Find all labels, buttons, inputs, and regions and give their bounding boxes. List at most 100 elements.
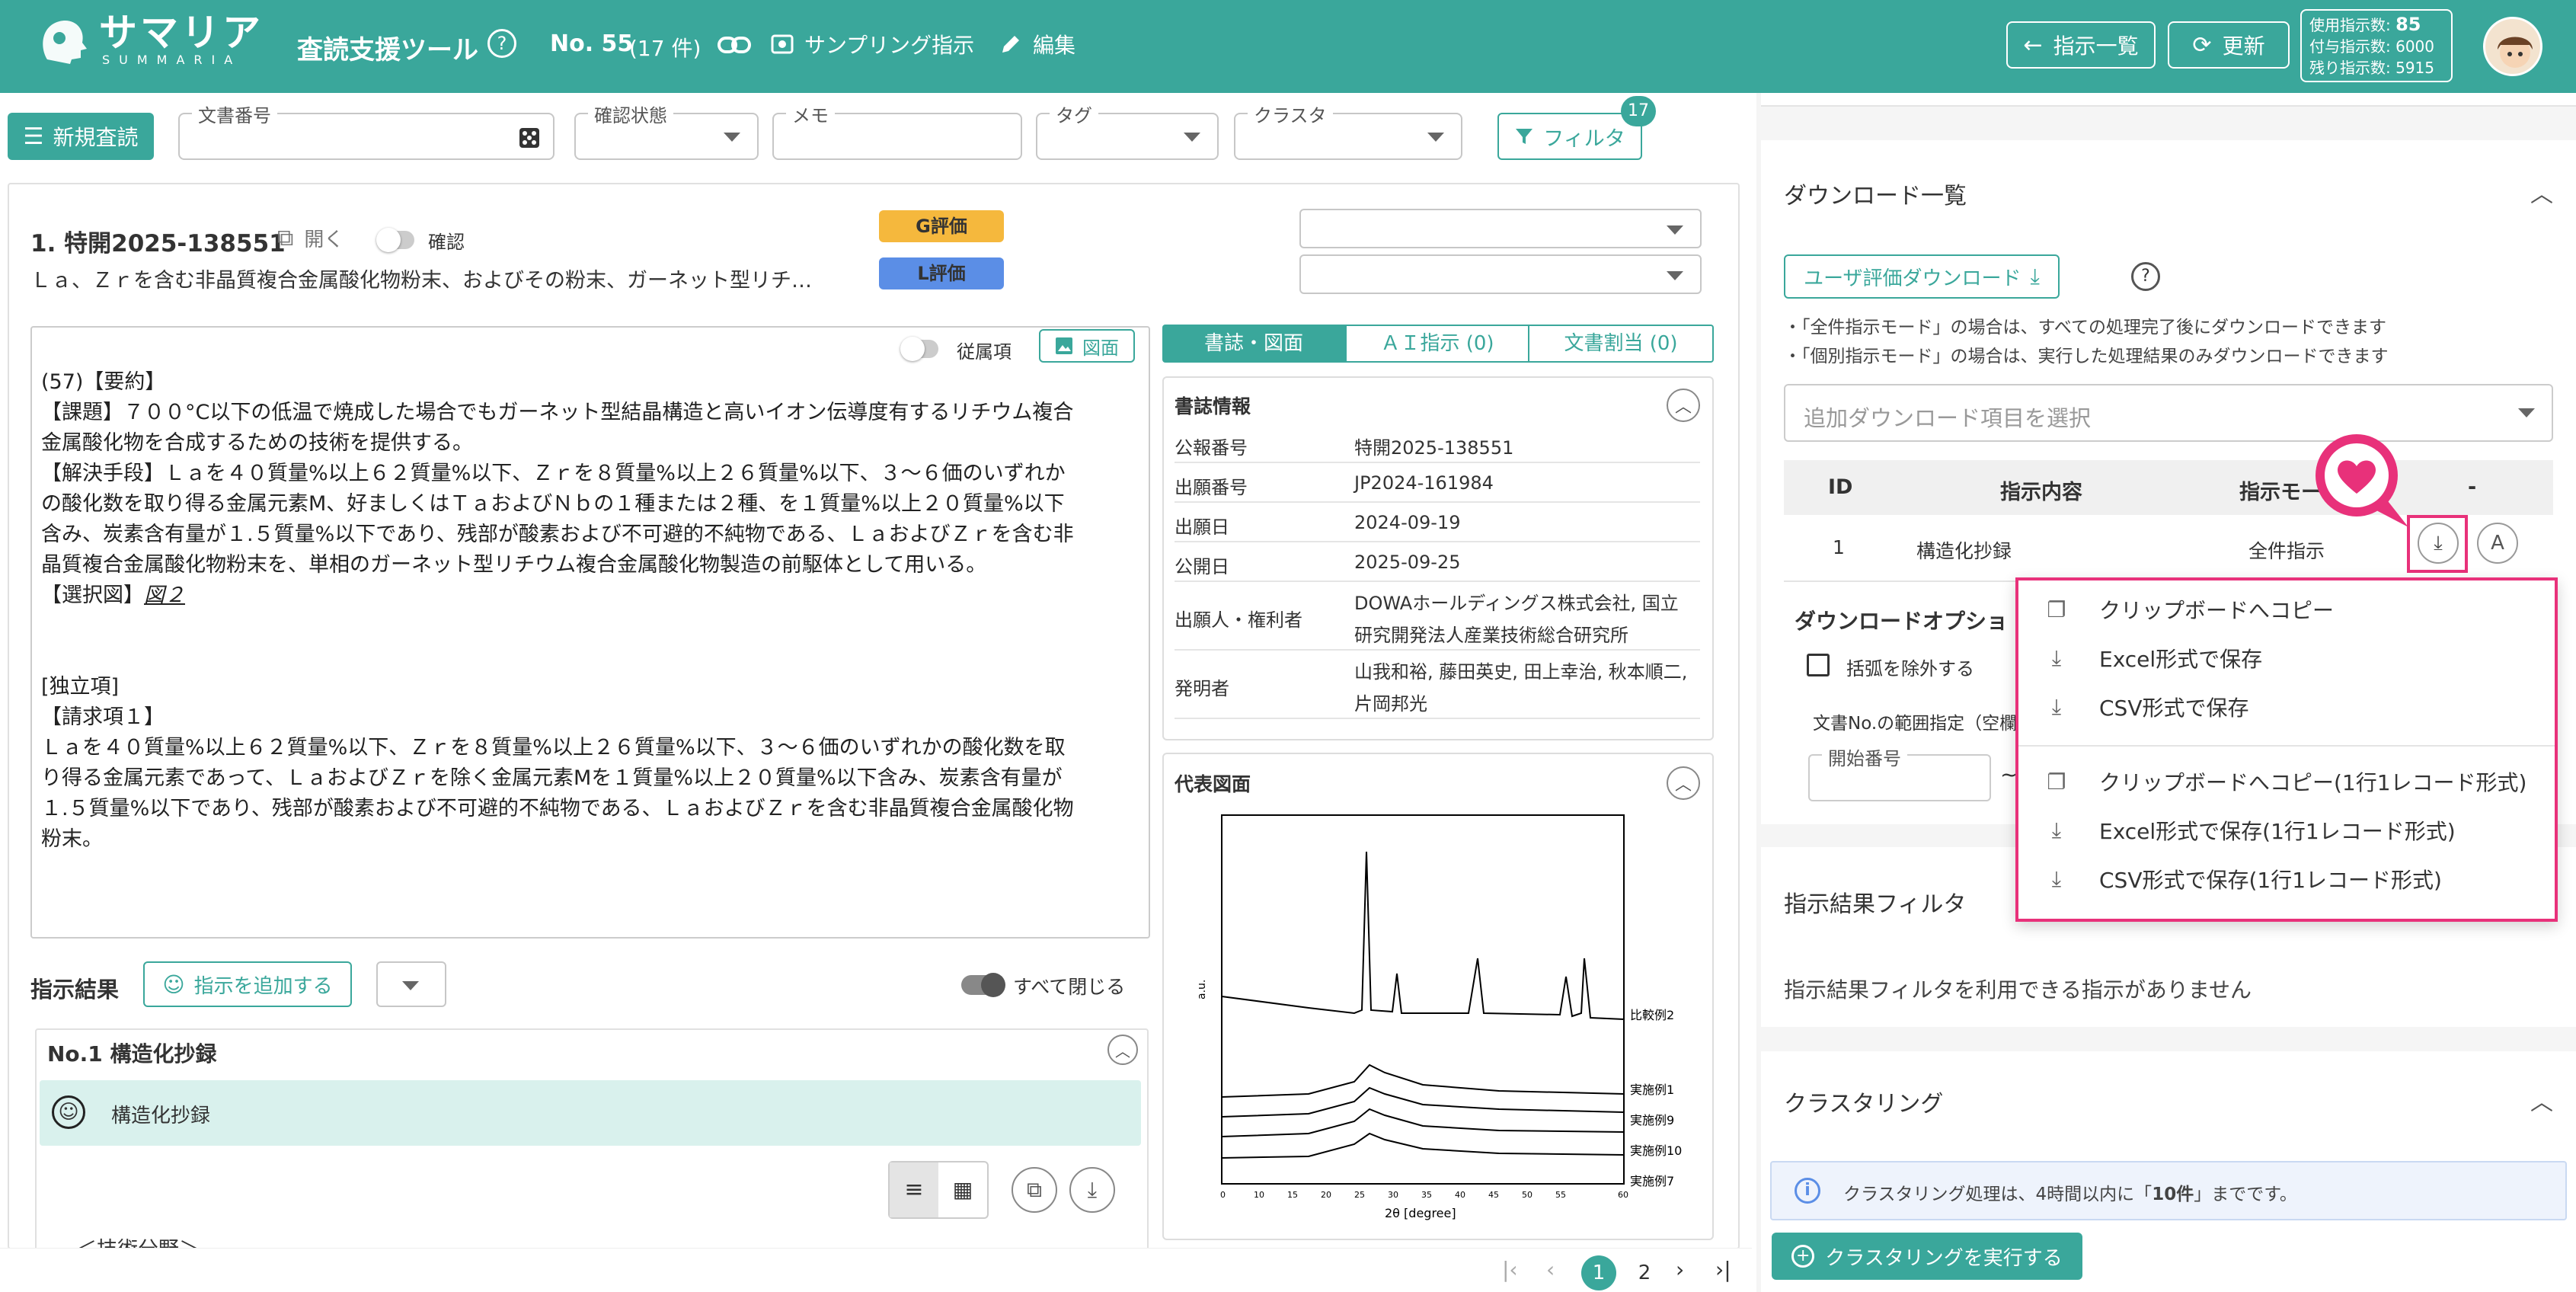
series-label: 実施例9 <box>1630 1113 1674 1127</box>
collapse-icon[interactable]: ︿ <box>1667 766 1700 800</box>
menu-save-excel[interactable]: ⤓ Excel形式で保存 <box>2018 634 2552 683</box>
usage-label: 使用指示数: <box>2309 16 2391 34</box>
detail-tabs: 書誌・図面 ＡＩ指示 (0) 文書割当 (0) <box>1162 325 1714 363</box>
download-icon[interactable]: ⤓ <box>1069 1167 1115 1213</box>
x-tick: 40 <box>1455 1190 1465 1200</box>
memo-field[interactable]: メモ <box>772 101 1022 160</box>
sampling-link[interactable]: サンプリング指示 <box>771 29 974 59</box>
collapse-icon[interactable]: ︿ <box>1107 1035 1138 1065</box>
chevron-up-icon[interactable]: ︿ <box>2530 175 2553 209</box>
l-evaluation-select[interactable] <box>1299 254 1702 294</box>
prev-page-icon[interactable]: ‹ <box>1546 1257 1555 1282</box>
usage-box: 使用指示数: 85 付与指示数: 6000 残り指示数: 5915 <box>2300 9 2453 82</box>
y-axis-label: a.u. <box>1196 980 1208 999</box>
menu-copy-clipboard[interactable]: ❐ クリップボードへコピー <box>2018 585 2552 634</box>
menu-save-csv-record[interactable]: ⤓ CSV形式で保存(1行1レコード形式) <box>2018 855 2552 903</box>
result-select[interactable] <box>376 961 446 1007</box>
xrd-figure[interactable]: 比較例2 実施例1 実施例9 実施例10 実施例7 2θ [degree] a.… <box>1194 814 1697 1225</box>
l-evaluation-badge[interactable]: L評価 <box>879 257 1004 289</box>
logo[interactable]: サマリア SUMMARIA <box>37 14 264 69</box>
cluster-title: クラスタリング <box>1784 1091 1944 1118</box>
selected-figure-link[interactable]: 図２ <box>144 584 185 607</box>
last-page-icon[interactable]: ›| <box>1715 1257 1731 1282</box>
top-card-edge <box>1761 93 2576 107</box>
heart-pointer-icon <box>2316 434 2408 527</box>
col-content: 指示内容 <box>2000 481 2082 504</box>
help-icon[interactable]: ? <box>487 29 516 58</box>
open-document-link[interactable]: ⧉ 開く <box>277 224 344 252</box>
figure-button[interactable]: 図面 <box>1039 329 1135 363</box>
biblio-value: DOWAホールディングス株式会社, 国立 <box>1354 593 1679 614</box>
g-evaluation-badge[interactable]: G評価 <box>879 210 1004 242</box>
menu-save-csv[interactable]: ⤓ CSV形式で保存 <box>2018 683 2552 731</box>
confirm-status-select[interactable]: 確認状態 <box>574 101 759 160</box>
next-page-icon[interactable]: › <box>1676 1257 1684 1282</box>
x-ticks: 0 10 15 20 25 30 35 40 45 50 55 60 <box>1220 1190 1628 1200</box>
instruction-list-button[interactable]: ← 指示一覧 <box>2006 21 2156 69</box>
new-review-button[interactable]: ☰ 新規査読 <box>8 113 154 160</box>
logo-sub: SUMMARIA <box>102 53 242 67</box>
close-all-toggle[interactable] <box>961 973 1005 997</box>
filter-label: フィルタ <box>1543 126 1625 151</box>
refresh-button[interactable]: ⟳ 更新 <box>2168 21 2290 69</box>
x-tick: 0 <box>1220 1190 1226 1200</box>
biblio-key: 出願人・権利者 <box>1175 609 1302 631</box>
cluster-label: クラスタ <box>1248 101 1333 127</box>
logo-head-icon <box>43 21 87 64</box>
avatar[interactable] <box>2483 17 2542 76</box>
page-2[interactable]: 2 <box>1627 1255 1662 1290</box>
filter-button[interactable]: フィルタ <box>1497 113 1642 160</box>
menu-copy-clipboard-record[interactable]: ❐ クリップボードへコピー(1行1レコード形式) <box>2018 757 2552 806</box>
cluster-info-box: i クラスタリング処理は、4時間以内に「10件」までです。 <box>1770 1161 2567 1220</box>
download-format-menu: ❐ クリップボードへコピー ⤓ Excel形式で保存 ⤓ CSV形式で保存 ❐ クリップ… <box>2015 577 2558 922</box>
page-1[interactable]: 1 <box>1581 1255 1616 1290</box>
confirm-toggle-label: 確認 <box>428 232 465 253</box>
link-icon[interactable] <box>718 34 751 56</box>
tab-ai-instructions[interactable]: ＡＩ指示 (0) <box>1345 325 1529 363</box>
collapse-icon[interactable]: ︿ <box>1667 389 1700 422</box>
tab-doc-assign[interactable]: 文書割当 (0) <box>1529 325 1714 363</box>
open-external-icon[interactable]: ⧉ <box>1012 1167 1057 1213</box>
chevron-up-icon[interactable]: ︿ <box>2530 1083 2553 1117</box>
download-row-icon[interactable]: ⤓ <box>2418 523 2459 564</box>
table-view-icon[interactable]: ▦ <box>938 1162 987 1217</box>
result-item-title: No.1 構造化抄録 <box>47 1041 217 1067</box>
dice-icon[interactable] <box>518 126 541 149</box>
help-icon[interactable]: ? <box>2131 262 2160 291</box>
additional-download-select[interactable]: 追加ダウンロード項目を選択 <box>1784 384 2553 442</box>
biblio-title: 書誌情報 <box>1175 395 1251 417</box>
edit-link[interactable]: 編集 <box>999 29 1075 59</box>
filter-empty-message: 指示結果フィルタを利用できる指示がありません <box>1784 977 2252 1003</box>
download-icon: ⤓ <box>2051 866 2062 891</box>
user-eval-download-button[interactable]: ユーザ評価ダウンロード ⤓ <box>1784 254 2060 299</box>
copy-icon: ❐ <box>2047 769 2066 795</box>
confirm-toggle[interactable] <box>376 228 414 252</box>
open-label: 開く <box>304 229 344 251</box>
granted-count: 付与指示数: 6000 <box>2309 37 2434 56</box>
row-content: 構造化抄録 <box>1916 540 2012 562</box>
exclude-brackets-checkbox[interactable] <box>1807 654 1830 676</box>
image-icon <box>1056 337 1072 354</box>
download-icon: ⤓ <box>2051 694 2062 719</box>
start-number-field[interactable]: 開始番号 <box>1808 744 1991 801</box>
download-note-2: ・「個別指示モード」の場合は、実行した処理結果のみダウンロードできます <box>1784 347 2389 366</box>
menu-item-label: Excel形式で保存 <box>2099 647 2263 672</box>
run-clustering-button[interactable]: + クラスタリングを実行する <box>1772 1233 2082 1280</box>
document-title: 1. 特開2025-138551 <box>30 230 286 257</box>
doc-number-field[interactable]: 文書番号 <box>178 101 555 160</box>
menu-save-excel-record[interactable]: ⤓ Excel形式で保存(1行1レコード形式) <box>2018 806 2552 855</box>
tag-select[interactable]: タグ <box>1036 101 1219 160</box>
tab-biblio[interactable]: 書誌・図面 <box>1162 325 1345 363</box>
doc-number-field-label: 文書番号 <box>192 101 277 127</box>
dependent-claims-toggle[interactable] <box>900 337 938 361</box>
cluster-select[interactable]: クラスタ <box>1234 101 1462 160</box>
g-evaluation-select[interactable] <box>1299 209 1702 248</box>
x-tick: 45 <box>1488 1190 1499 1200</box>
result-item-header[interactable]: ☺ 構造化抄録 <box>40 1080 1141 1146</box>
add-instruction-button[interactable]: ☺ 指示を追加する <box>143 961 352 1007</box>
cluster-info-bold: 10件 <box>2152 1185 2194 1204</box>
text-view-icon[interactable]: ≡ <box>890 1162 938 1217</box>
x-tick: 25 <box>1354 1190 1365 1200</box>
first-page-icon[interactable]: |‹ <box>1502 1257 1518 1282</box>
spellcheck-icon[interactable]: A <box>2477 523 2518 564</box>
